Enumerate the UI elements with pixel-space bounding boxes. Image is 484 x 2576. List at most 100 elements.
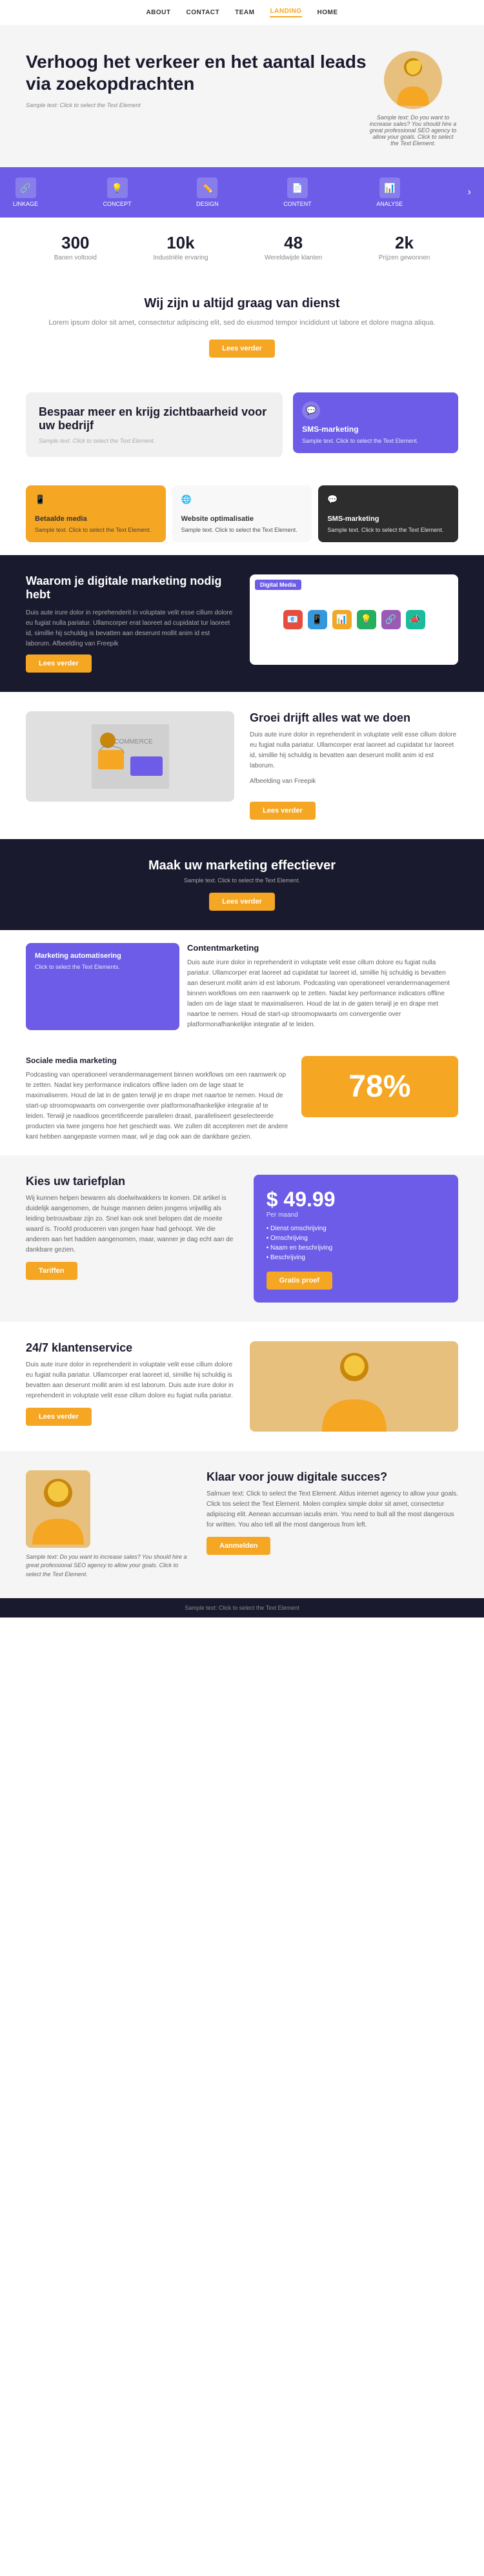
marketing-btn[interactable]: Lees verder xyxy=(209,893,275,911)
tarief-desc: Wij kunnen helpen bewaren als doelwitwak… xyxy=(26,1193,241,1255)
waarom-title: Waarom je digitale marketing nodig hebt xyxy=(26,574,234,602)
service24-flex: 24/7 klantenservice Duis aute irure dolo… xyxy=(26,1341,458,1432)
dm-icon-3: 📊 xyxy=(332,610,352,629)
groei-caption: Afbeelding van Freepik xyxy=(250,776,458,787)
nav-about[interactable]: ABOUT xyxy=(146,9,170,16)
service-intro-title: Wij zijn u altijd graag van dienst xyxy=(26,296,458,311)
tarief-price-btn[interactable]: Gratis proef xyxy=(267,1272,332,1290)
services-arrow[interactable]: › xyxy=(468,187,471,198)
feature-4: Beschrijving xyxy=(267,1254,445,1261)
dm-icon-1: 📧 xyxy=(283,610,303,629)
dm-icon-2: 📱 xyxy=(308,610,327,629)
service-intro-btn-wrap: Lees verder xyxy=(26,340,458,358)
groei-flex: E-COMMERCE Groei drijft alles wat we doe… xyxy=(26,711,458,820)
stat-klanten-num: 48 xyxy=(265,233,322,253)
service24-section: 24/7 klantenservice Duis aute irure dolo… xyxy=(0,1322,484,1451)
nav-team[interactable]: TEAM xyxy=(235,9,254,16)
stat-ervaring-label: Industriële ervaring xyxy=(153,254,208,261)
service24-btn[interactable]: Lees verder xyxy=(26,1408,92,1426)
service-linkage-label: LINKAGE xyxy=(13,201,38,207)
waarom-section: Waarom je digitale marketing nodig hebt … xyxy=(0,555,484,692)
sociale-percentage-box: 78% xyxy=(301,1056,458,1117)
service24-title: 24/7 klantenservice xyxy=(26,1341,234,1355)
hero-person-image xyxy=(384,51,442,109)
card-betaalde-icon: 📱 xyxy=(35,494,50,510)
hero-sample-right: Sample text: Do you want to increase sal… xyxy=(368,114,458,147)
groei-title: Groei drijft alles wat we doen xyxy=(250,711,458,725)
mkt-content-title: Contentmarketing xyxy=(187,943,458,953)
tarief-btn[interactable]: Tariffen xyxy=(26,1262,77,1280)
dm-icon-4: 💡 xyxy=(357,610,376,629)
sociale-text: Podcasting van operationeel verandermana… xyxy=(26,1070,288,1142)
footer-text: Sample text: Click to select the Text El… xyxy=(26,1605,458,1611)
tarief-price: $ 49.99 xyxy=(267,1188,445,1212)
sms-icon: 💬 xyxy=(302,401,320,420)
bespaar-grid: Bespaar meer en krijg zichtbaarheid voor… xyxy=(26,392,458,457)
stat-ervaring: 10k Industriële ervaring xyxy=(153,233,208,261)
service-content-label: CONTENT xyxy=(283,201,312,207)
bottom-title: Klaar voor jouw digitale succes? xyxy=(207,1470,458,1484)
waarom-right: Digital Media 📧 📱 📊 💡 🔗 📣 xyxy=(250,574,458,665)
marketing-title: Maak uw marketing effectiever xyxy=(26,858,458,873)
sociale-left: Sociale media marketing Podcasting van o… xyxy=(26,1056,288,1142)
content-icon: 📄 xyxy=(287,177,308,198)
tarief-flex: Kies uw tariefplan Wij kunnen helpen bew… xyxy=(26,1175,458,1303)
stats-section: 300 Banen voltooid 10k Industriële ervar… xyxy=(0,218,484,277)
groei-btn[interactable]: Lees verder xyxy=(250,802,316,820)
digital-media-icons: 📧 📱 📊 💡 🔗 📣 xyxy=(273,600,436,640)
nav-landing[interactable]: LANDING xyxy=(270,8,301,17)
card-website-icon: 🌐 xyxy=(181,494,197,510)
bespaar-text: Sample text. Click to select the Text El… xyxy=(39,438,270,444)
card-betaalde-title: Betaalde media xyxy=(35,515,157,523)
nav-home[interactable]: HOME xyxy=(318,9,338,16)
stat-banen: 300 Banen voltooid xyxy=(54,233,97,261)
hero-sample-left: Sample text: Click to select the Text El… xyxy=(26,102,368,108)
service-content: 📄 CONTENT xyxy=(283,177,312,207)
digital-media-label: Digital Media xyxy=(255,580,301,590)
service24-left: 24/7 klantenservice Duis aute irure dolo… xyxy=(26,1341,234,1426)
service24-image xyxy=(250,1341,458,1432)
stat-klanten: 48 Wereldwijde klanten xyxy=(265,233,322,261)
dm-icon-6: 📣 xyxy=(406,610,425,629)
waarom-desc: Duis aute irure dolor in reprehenderit i… xyxy=(26,608,234,649)
hero-section: Verhoog het verkeer en het aantal leads … xyxy=(0,25,484,167)
feature-1: Dienst omschrijving xyxy=(267,1225,445,1232)
waarom-btn[interactable]: Lees verder xyxy=(26,654,92,673)
tarief-period: Per maand xyxy=(267,1212,445,1219)
mkt-automation: Marketing automatisering Click to select… xyxy=(26,943,179,1030)
marketing-grid-section: Marketing automatisering Click to select… xyxy=(0,930,484,1043)
feature-3: Naam en beschrijving xyxy=(267,1244,445,1252)
feature-2: Omschrijving xyxy=(267,1235,445,1242)
analyse-icon: 📊 xyxy=(379,177,400,198)
waarom-flex: Waarom je digitale marketing nodig hebt … xyxy=(26,574,458,673)
card-sms: 💬 SMS-marketing Sample text. Click to se… xyxy=(318,485,458,542)
hero-text: Verhoog het verkeer en het aantal leads … xyxy=(26,51,368,108)
service-design: ✏️ DESIGN xyxy=(196,177,219,207)
hero-image-area: Sample text: Do you want to increase sal… xyxy=(368,51,458,147)
sms-card-title: SMS-marketing xyxy=(302,425,449,434)
stat-banen-label: Banen voltooid xyxy=(54,254,97,261)
design-icon: ✏️ xyxy=(197,177,217,198)
service-analyse: 📊 ANALYSE xyxy=(376,177,403,207)
waarom-left: Waarom je digitale marketing nodig hebt … xyxy=(26,574,234,673)
marketing-section: Maak uw marketing effectiever Sample tex… xyxy=(0,839,484,930)
bespaar-title: Bespaar meer en krijg zichtbaarheid voor… xyxy=(39,405,270,432)
bottom-btn[interactable]: Aanmelden xyxy=(207,1537,270,1555)
nav-contact[interactable]: CONTACT xyxy=(187,9,220,16)
service-design-label: DESIGN xyxy=(196,201,219,207)
mkt-content: Contentmarketing Duis aute irure dolor i… xyxy=(187,943,458,1030)
stat-klanten-label: Wereldwijde klanten xyxy=(265,254,322,261)
service-intro-btn[interactable]: Lees verder xyxy=(209,340,275,358)
sms-card-text: Sample text. Click to select the Text El… xyxy=(302,438,449,444)
card-betaalde: 📱 Betaalde media Sample text. Click to s… xyxy=(26,485,166,542)
sociale-percentage: 78% xyxy=(348,1069,410,1104)
sociale-title: Sociale media marketing xyxy=(26,1056,288,1065)
service-intro-desc: Lorem ipsum dolor sit amet, consectetur … xyxy=(26,318,458,329)
bespaar-section: Bespaar meer en krijg zichtbaarheid voor… xyxy=(0,377,484,472)
bespaar-right: 💬 SMS-marketing Sample text. Click to se… xyxy=(293,392,458,453)
digital-media-box: Digital Media 📧 📱 📊 💡 🔗 📣 xyxy=(250,574,458,665)
groei-image: E-COMMERCE xyxy=(26,711,234,802)
bottom-left: Sample text: Do you want to increase sal… xyxy=(26,1470,194,1579)
stat-prijzen-num: 2k xyxy=(379,233,430,253)
card-website-text: Sample text. Click to select the Text El… xyxy=(181,527,303,533)
